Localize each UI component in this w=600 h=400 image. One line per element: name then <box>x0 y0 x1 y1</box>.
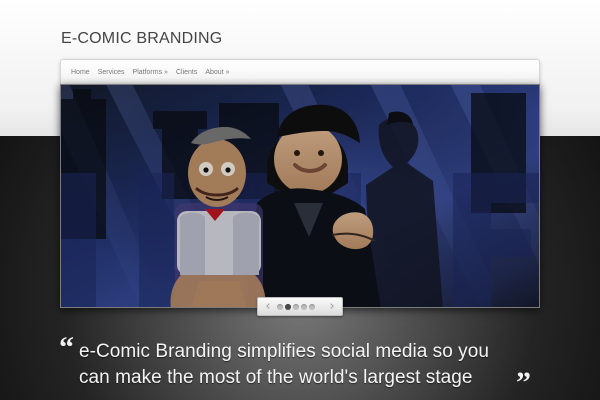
next-slide-button[interactable]: › <box>326 300 338 313</box>
slide-dot-3[interactable] <box>293 304 299 310</box>
nav-services[interactable]: Services <box>98 69 125 76</box>
nav-about[interactable]: About » <box>205 69 229 76</box>
nav-list: Home Services Platforms » Clients About … <box>61 60 539 85</box>
slide-dot-4[interactable] <box>301 304 307 310</box>
nav-home[interactable]: Home <box>71 69 90 76</box>
slide-dot-5[interactable] <box>309 304 315 310</box>
tagline-line-2: can make the most of the world's largest… <box>79 367 473 388</box>
tagline: e-Comic Branding simplifies social media… <box>79 339 529 391</box>
prev-slide-button[interactable]: ‹ <box>262 300 274 313</box>
page-root: E-COMIC BRANDING Home Services Platforms… <box>0 0 600 400</box>
hero-banner[interactable] <box>60 84 540 308</box>
close-quote-icon: ” <box>516 366 531 399</box>
nav-clients[interactable]: Clients <box>176 69 197 76</box>
slider-controls: ‹ › <box>257 297 343 316</box>
slide-dot-2[interactable] <box>285 304 291 310</box>
slide-dot-1[interactable] <box>277 304 283 310</box>
site-title: E-COMIC BRANDING <box>61 30 223 47</box>
nav-platforms[interactable]: Platforms » <box>133 69 168 76</box>
hero-image <box>61 85 539 307</box>
slider-dots <box>277 304 315 310</box>
tagline-line-1: e-Comic Branding simplifies social media… <box>79 341 489 362</box>
open-quote-icon: “ <box>59 331 74 364</box>
top-navigation: Home Services Platforms » Clients About … <box>60 59 540 84</box>
